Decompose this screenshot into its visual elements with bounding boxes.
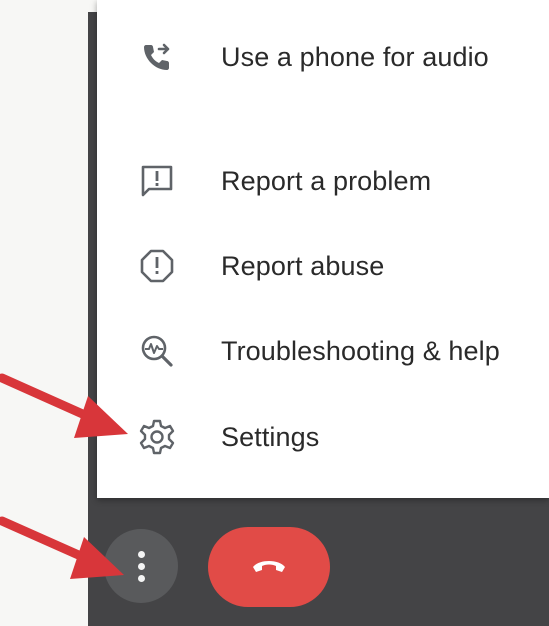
report-problem-icon bbox=[135, 159, 179, 203]
menu-item-label: Troubleshooting & help bbox=[221, 335, 500, 366]
menu-item-label: Report abuse bbox=[221, 250, 385, 281]
more-options-button[interactable] bbox=[104, 529, 178, 603]
menu-item-report-problem[interactable]: Report a problem bbox=[97, 146, 549, 216]
more-vertical-icon bbox=[137, 550, 145, 582]
menu-item-troubleshooting-help[interactable]: Troubleshooting & help bbox=[97, 316, 549, 386]
menu-item-settings[interactable]: Settings bbox=[97, 402, 549, 472]
hang-up-icon bbox=[249, 545, 289, 590]
more-options-menu: Use a phone for audio Report a problem R… bbox=[97, 0, 549, 498]
phone-audio-icon bbox=[135, 35, 179, 79]
menu-item-report-abuse[interactable]: Report abuse bbox=[97, 231, 549, 301]
menu-item-use-phone-audio[interactable]: Use a phone for audio bbox=[97, 22, 549, 92]
report-abuse-icon bbox=[135, 244, 179, 288]
menu-item-label: Report a problem bbox=[221, 165, 432, 196]
troubleshooting-icon bbox=[135, 329, 179, 373]
gear-icon bbox=[135, 415, 179, 459]
hang-up-button[interactable] bbox=[208, 527, 330, 607]
menu-item-label: Settings bbox=[221, 421, 320, 452]
menu-item-label: Use a phone for audio bbox=[221, 41, 489, 72]
